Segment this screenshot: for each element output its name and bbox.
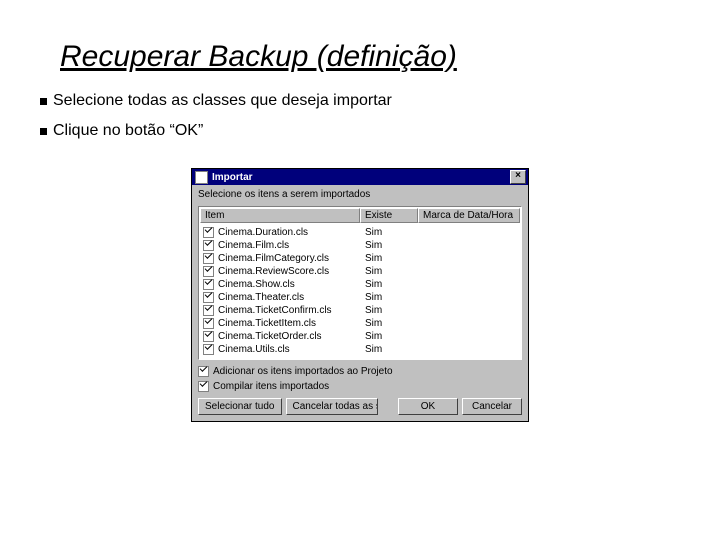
import-dialog: Importar × Selecione os itens a serem im… [191,168,529,422]
checkbox-icon[interactable] [203,344,214,355]
ok-button[interactable]: OK [398,398,458,415]
item-exists: Sim [365,239,423,252]
bullet-text: Clique no botão “OK” [53,122,203,140]
checkbox-label: Compilar itens importados [213,381,329,392]
item-name: Cinema.TicketConfirm.cls [218,304,365,317]
list-item[interactable]: Cinema.Duration.clsSim [203,226,517,239]
bullet-icon [40,98,47,105]
item-name: Cinema.TicketOrder.cls [218,330,365,343]
item-name: Cinema.FilmCategory.cls [218,252,365,265]
checkbox-icon[interactable] [203,305,214,316]
column-header-item[interactable]: Item [200,208,360,223]
item-exists: Sim [365,291,423,304]
list-item[interactable]: Cinema.Theater.clsSim [203,291,517,304]
item-name: Cinema.ReviewScore.cls [218,265,365,278]
checkbox-icon[interactable] [203,279,214,290]
item-exists: Sim [365,252,423,265]
dialog-title: Importar [212,172,253,183]
checkbox-icon[interactable] [203,266,214,277]
items-listbox: Item Existe Marca de Data/Hora Cinema.Du… [198,206,522,360]
item-name: Cinema.Theater.cls [218,291,365,304]
checkbox-icon[interactable] [203,292,214,303]
checkbox-icon[interactable] [203,253,214,264]
page-title: Recuperar Backup (definição) [60,40,680,74]
app-icon [195,171,208,184]
add-to-project-checkbox[interactable]: Adicionar os itens importados ao Projeto [198,366,522,377]
cancel-button[interactable]: Cancelar [462,398,522,415]
item-name: Cinema.Show.cls [218,278,365,291]
checkbox-icon[interactable] [203,240,214,251]
list-item[interactable]: Cinema.TicketItem.clsSim [203,317,517,330]
item-name: Cinema.TicketItem.cls [218,317,365,330]
dialog-titlebar: Importar × [192,169,528,185]
checkbox-icon[interactable] [198,381,209,392]
item-name: Cinema.Utils.cls [218,343,365,356]
item-exists: Sim [365,304,423,317]
bullet-item: Clique no botão “OK” [40,122,680,140]
bullet-item: Selecione todas as classes que deseja im… [40,92,680,110]
checkbox-label: Adicionar os itens importados ao Projeto [213,366,393,377]
item-exists: Sim [365,317,423,330]
deselect-all-button[interactable]: Cancelar todas as seleções [286,398,378,415]
checkbox-icon[interactable] [203,331,214,342]
list-item[interactable]: Cinema.Film.clsSim [203,239,517,252]
column-header-exists[interactable]: Existe [360,208,418,223]
item-exists: Sim [365,330,423,343]
list-item[interactable]: Cinema.FilmCategory.clsSim [203,252,517,265]
checkbox-icon[interactable] [203,227,214,238]
list-item[interactable]: Cinema.Utils.clsSim [203,343,517,356]
checkbox-icon[interactable] [198,366,209,377]
column-header-timestamp[interactable]: Marca de Data/Hora [418,208,520,223]
item-exists: Sim [365,278,423,291]
bullet-text: Selecione todas as classes que deseja im… [53,92,392,110]
item-exists: Sim [365,265,423,278]
checkbox-icon[interactable] [203,318,214,329]
list-item[interactable]: Cinema.ReviewScore.clsSim [203,265,517,278]
item-exists: Sim [365,343,423,356]
dialog-subtitle: Selecione os itens a serem importados [192,185,528,204]
select-all-button[interactable]: Selecionar tudo [198,398,282,415]
compile-checkbox[interactable]: Compilar itens importados [198,381,522,392]
item-name: Cinema.Film.cls [218,239,365,252]
list-item[interactable]: Cinema.Show.clsSim [203,278,517,291]
list-item[interactable]: Cinema.TicketConfirm.clsSim [203,304,517,317]
list-item[interactable]: Cinema.TicketOrder.clsSim [203,330,517,343]
item-name: Cinema.Duration.cls [218,226,365,239]
close-button[interactable]: × [510,170,526,184]
bullet-icon [40,128,47,135]
item-exists: Sim [365,226,423,239]
